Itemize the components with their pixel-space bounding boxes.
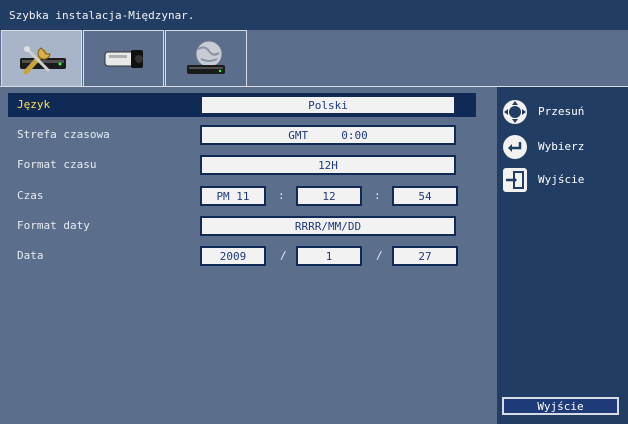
date-month-field[interactable]: 1 xyxy=(296,246,362,266)
exit-button[interactable]: Wyjście xyxy=(502,397,619,415)
camera-icon xyxy=(104,49,143,68)
time-row[interactable]: Czas PM 11 : 12 : 54 xyxy=(8,184,476,208)
date-year-field[interactable]: 2009 xyxy=(200,246,266,266)
move-label: Przesuń xyxy=(538,105,585,118)
date-separator: / xyxy=(280,249,287,262)
tab-tools[interactable] xyxy=(1,30,82,86)
language-row[interactable]: Język Polski xyxy=(8,93,476,117)
tab-camera[interactable] xyxy=(83,30,164,86)
select-label: Wybierz xyxy=(538,140,585,153)
date-row[interactable]: Data 2009 / 1 / 27 xyxy=(8,244,476,268)
date-format-field[interactable]: RRRR/MM/DD xyxy=(200,216,456,236)
exit-label: Wyjście xyxy=(538,173,585,186)
select-hint: Wybierz xyxy=(502,134,624,160)
date-format-row[interactable]: Format daty RRRR/MM/DD xyxy=(8,214,476,238)
time-minute-field[interactable]: 12 xyxy=(296,186,362,206)
language-field[interactable]: Polski xyxy=(200,95,456,115)
timezone-label: Strefa czasowa xyxy=(17,128,110,141)
window-title: Szybka instalacja-Międzynar. xyxy=(0,0,628,30)
timezone-row[interactable]: Strefa czasowa GMT 0:00 xyxy=(8,123,476,147)
date-separator: / xyxy=(376,249,383,262)
enter-icon xyxy=(503,135,527,159)
date-format-label: Format daty xyxy=(17,219,90,232)
dpad-icon xyxy=(503,100,527,124)
time-second-field[interactable]: 54 xyxy=(392,186,458,206)
language-label: Język xyxy=(17,98,51,111)
time-hour-field[interactable]: PM 11 xyxy=(200,186,266,206)
time-format-row[interactable]: Format czasu 12H xyxy=(8,153,476,177)
date-day-field[interactable]: 27 xyxy=(392,246,458,266)
tab-network[interactable] xyxy=(165,30,247,86)
settings-panel: Język Polski Strefa czasowa GMT 0:00 For… xyxy=(0,87,497,424)
exit-icon xyxy=(503,168,527,192)
time-separator: : xyxy=(278,189,285,202)
timezone-field[interactable]: GMT 0:00 xyxy=(200,125,456,145)
date-label: Data xyxy=(17,249,44,262)
exit-hint: Wyjście xyxy=(502,167,624,193)
time-separator: : xyxy=(374,189,381,202)
time-format-label: Format czasu xyxy=(17,158,97,171)
globe-network-icon xyxy=(187,40,225,74)
wrench-device-icon xyxy=(19,45,66,74)
time-format-field[interactable]: 12H xyxy=(200,155,456,175)
move-hint: Przesuń xyxy=(502,99,624,125)
help-sidebar: Przesuń Wybierz Wyjście Wyjście xyxy=(497,87,628,424)
tab-bar xyxy=(0,30,628,86)
time-label: Czas xyxy=(17,189,44,202)
